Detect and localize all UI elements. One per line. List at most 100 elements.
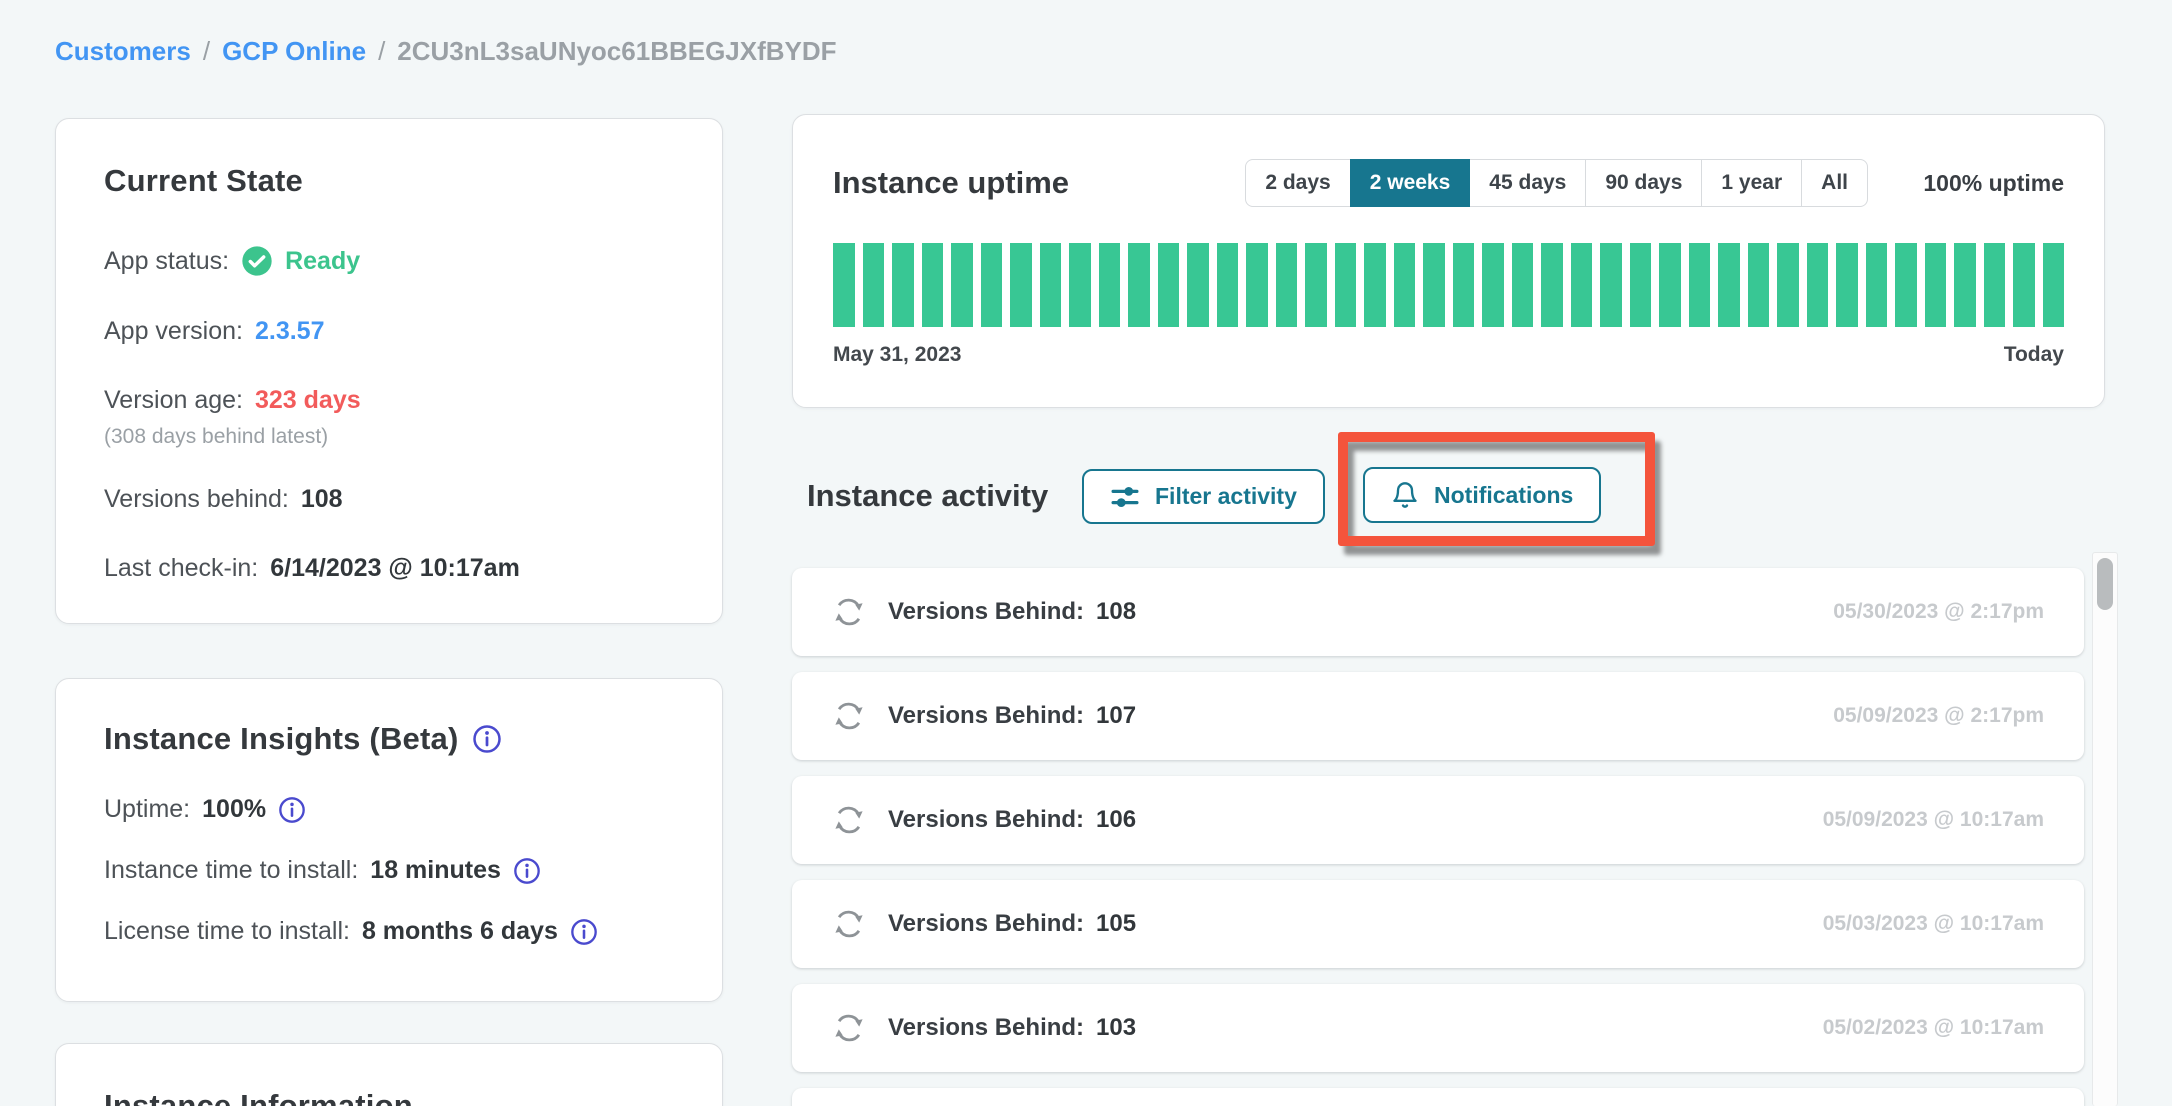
breadcrumb-customers-link[interactable]: Customers xyxy=(55,36,191,67)
info-icon[interactable] xyxy=(513,857,541,885)
uptime-range-group: 2 days2 weeks45 days90 days1 yearAll xyxy=(1245,159,1868,207)
activity-row: Versions Behind:10705/09/2023 @ 2:17pm xyxy=(792,672,2084,760)
last-checkin-row: Last check-in: 6/14/2023 @ 10:17am xyxy=(104,554,674,583)
uptime-range-45-days[interactable]: 45 days xyxy=(1469,159,1586,207)
activity-scrollbar-thumb[interactable] xyxy=(2097,558,2113,610)
app-version-label: App version: xyxy=(104,317,243,346)
activity-row-label: Versions Behind: xyxy=(888,598,1084,626)
uptime-bar xyxy=(1364,243,1386,327)
uptime-bar xyxy=(1984,243,2006,327)
app-version-value[interactable]: 2.3.57 xyxy=(255,317,325,346)
chart-start-label: May 31, 2023 xyxy=(833,343,961,367)
uptime-bar xyxy=(1777,243,1799,327)
version-age-row: Version age: 323 days xyxy=(104,386,674,415)
filter-activity-button[interactable]: Filter activity xyxy=(1082,469,1325,524)
activity-scrollbar-track[interactable] xyxy=(2092,552,2118,1106)
uptime-bar-chart xyxy=(833,243,2064,327)
current-state-card: Current State App status: Ready App vers… xyxy=(55,118,723,624)
uptime-bar xyxy=(1807,243,1829,327)
activity-row: Versions Behind:10605/09/2023 @ 10:17am xyxy=(792,776,2084,864)
uptime-bar xyxy=(863,243,885,327)
activity-row: Versions Behind: 105 05/03/2023 @ 10:17am xyxy=(792,880,2084,968)
uptime-bar xyxy=(892,243,914,327)
bell-icon xyxy=(1391,481,1419,509)
current-state-title: Current State xyxy=(104,163,674,199)
breadcrumb: Customers / GCP Online / 2CU3nL3saUNyoc6… xyxy=(55,36,837,67)
notifications-button[interactable]: Notifications xyxy=(1363,467,1601,523)
uptime-label: Uptime: xyxy=(104,795,190,824)
filter-activity-label: Filter activity xyxy=(1155,483,1297,510)
uptime-range-all[interactable]: All xyxy=(1801,159,1868,207)
uptime-bar xyxy=(1158,243,1180,327)
activity-row-label: Versions Behind: xyxy=(888,702,1084,730)
uptime-bar xyxy=(951,243,973,327)
activity-row-timestamp: 05/30/2023 @ 2:17pm xyxy=(1833,600,2044,624)
uptime-bar xyxy=(1423,243,1445,327)
instance-install-row: Instance time to install: 18 minutes xyxy=(104,856,674,885)
uptime-range-2-weeks[interactable]: 2 weeks xyxy=(1350,159,1471,207)
uptime-range-90-days[interactable]: 90 days xyxy=(1585,159,1702,207)
license-install-row: License time to install: 8 months 6 days xyxy=(104,917,674,946)
info-icon[interactable] xyxy=(472,724,502,754)
uptime-bar xyxy=(833,243,855,327)
info-icon[interactable] xyxy=(278,796,306,824)
version-age-value: 323 days xyxy=(255,386,361,415)
sliders-icon xyxy=(1110,482,1140,512)
uptime-range-2-days[interactable]: 2 days xyxy=(1245,159,1350,207)
instance-install-label: Instance time to install: xyxy=(104,856,358,885)
last-checkin-value: 6/14/2023 @ 10:17am xyxy=(270,554,520,583)
versions-behind-row: Versions behind: 108 xyxy=(104,485,674,514)
instance-activity-title: Instance activity xyxy=(807,478,1048,514)
versions-behind-label: Versions behind: xyxy=(104,485,289,514)
breadcrumb-customer-link[interactable]: GCP Online xyxy=(222,36,366,67)
uptime-bar xyxy=(1394,243,1416,327)
activity-row-value: 105 xyxy=(1096,910,1136,938)
activity-row-timestamp: 05/03/2023 @ 10:17am xyxy=(1823,912,2044,936)
uptime-bar xyxy=(1925,243,1947,327)
version-age-label: Version age: xyxy=(104,386,243,415)
uptime-bar xyxy=(1217,243,1239,327)
sync-icon xyxy=(832,803,866,837)
uptime-bar xyxy=(2043,243,2065,327)
sync-icon xyxy=(832,699,866,733)
breadcrumb-separator: / xyxy=(378,36,385,67)
app-status-row: App status: Ready xyxy=(104,245,674,277)
uptime-bar xyxy=(1748,243,1770,327)
uptime-bar xyxy=(1276,243,1298,327)
activity-row xyxy=(792,1088,2084,1106)
uptime-bar xyxy=(1600,243,1622,327)
uptime-bar xyxy=(1630,243,1652,327)
activity-row: Versions Behind:10305/02/2023 @ 10:17am xyxy=(792,984,2084,1072)
activity-row-timestamp: 05/09/2023 @ 10:17am xyxy=(1823,808,2044,832)
info-icon[interactable] xyxy=(570,918,598,946)
instance-insights-title: Instance Insights (Beta) xyxy=(104,721,458,757)
app-status-value: Ready xyxy=(285,247,360,276)
chart-end-label: Today xyxy=(2004,343,2064,367)
notifications-label: Notifications xyxy=(1434,482,1573,509)
activity-row-label: Versions Behind: xyxy=(888,806,1084,834)
activity-row-label: Versions Behind: xyxy=(888,910,1084,938)
uptime-bar xyxy=(981,243,1003,327)
app-status-label: App status: xyxy=(104,247,229,276)
uptime-bar xyxy=(1099,243,1121,327)
uptime-bar xyxy=(1246,243,1268,327)
last-checkin-label: Last check-in: xyxy=(104,554,258,583)
versions-behind-value: 108 xyxy=(301,485,343,514)
uptime-bar xyxy=(1453,243,1475,327)
uptime-bar xyxy=(1718,243,1740,327)
uptime-bar xyxy=(1335,243,1357,327)
uptime-bar xyxy=(1866,243,1888,327)
uptime-range-1-year[interactable]: 1 year xyxy=(1701,159,1802,207)
activity-row-label: Versions Behind: xyxy=(888,1014,1084,1042)
activity-row-value: 103 xyxy=(1096,1014,1136,1042)
breadcrumb-instance-id: 2CU3nL3saUNyoc61BBEGJXfBYDF xyxy=(397,36,836,67)
uptime-bar xyxy=(1482,243,1504,327)
activity-row-value: 108 xyxy=(1096,598,1136,626)
uptime-bar xyxy=(1305,243,1327,327)
uptime-bar xyxy=(1659,243,1681,327)
uptime-bar xyxy=(1954,243,1976,327)
uptime-bar xyxy=(1895,243,1917,327)
version-age-note: (308 days behind latest) xyxy=(104,425,674,449)
uptime-bar xyxy=(1010,243,1032,327)
instance-information-title: Instance Information xyxy=(104,1088,674,1106)
